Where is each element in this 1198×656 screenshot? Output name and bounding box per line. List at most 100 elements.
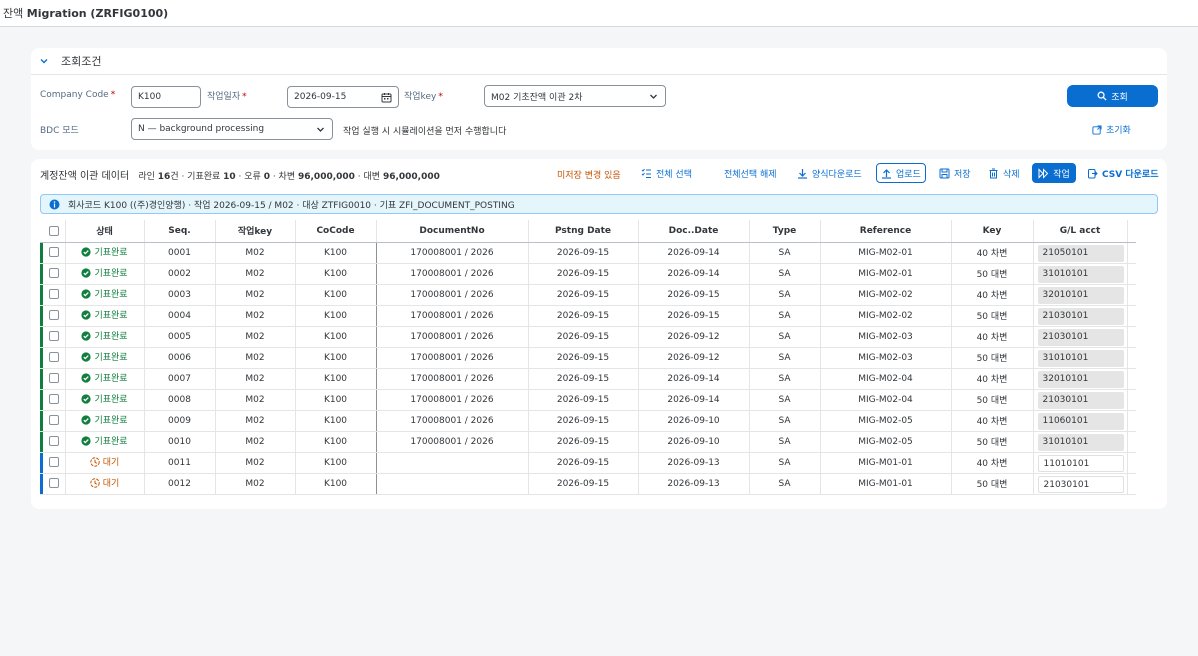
- row-checkbox[interactable]: [48, 394, 59, 405]
- document-date-cell: 2026-09-10: [638, 431, 750, 453]
- delete-button[interactable]: 삭제: [984, 163, 1024, 183]
- table-row[interactable]: 기표완료 0004 M02 K100 170008001 / 2026 2026-09-1…: [40, 305, 1136, 327]
- table-row[interactable]: 기표완료 0009 M02 K100 170008001 / 2026 2026-09-1…: [40, 410, 1136, 432]
- row-checkbox-cell[interactable]: [43, 263, 66, 285]
- row-checkbox-cell[interactable]: [43, 452, 66, 474]
- column-header[interactable]: DocumentNo: [376, 220, 529, 243]
- gl-account-cell[interactable]: 21030101: [1033, 473, 1128, 495]
- work-date-picker[interactable]: 2026-09-15: [287, 86, 399, 108]
- row-checkbox[interactable]: [48, 289, 59, 300]
- posting-date-cell: 2026-09-15: [528, 347, 639, 369]
- template-download-button[interactable]: 양식다운로드: [793, 163, 866, 183]
- table-row[interactable]: 대기 0012 M02 K100 2026-09-15 2026-09-13 SA MIG-M…: [40, 473, 1136, 495]
- column-header[interactable]: G/L acct: [1033, 220, 1128, 243]
- row-checkbox[interactable]: [48, 373, 59, 384]
- posting-key-cell[interactable]: 40 차변: [951, 326, 1034, 348]
- upload-button[interactable]: 업로드: [876, 163, 926, 183]
- reset-button[interactable]: 초기화: [1092, 123, 1131, 136]
- posting-key-cell[interactable]: 40 차변: [951, 368, 1034, 390]
- column-header[interactable]: Key: [951, 220, 1034, 243]
- csv-download-button[interactable]: CSV 다운로드: [1083, 163, 1162, 183]
- status-cell: 대기: [65, 452, 145, 474]
- row-checkbox[interactable]: [48, 247, 59, 258]
- row-checkbox[interactable]: [48, 331, 59, 342]
- cocode-cell: K100: [295, 410, 377, 432]
- doc-type-cell: SA: [749, 473, 821, 495]
- document-date-cell: 2026-09-15: [638, 284, 750, 306]
- posting-key-cell[interactable]: 50 대변: [951, 263, 1034, 285]
- select-all-button[interactable]: 전체 선택: [637, 163, 696, 183]
- table-row[interactable]: 기표완료 0006 M02 K100 170008001 / 2026 2026-09-1…: [40, 347, 1136, 369]
- posting-key-cell[interactable]: 40 차변: [951, 452, 1034, 474]
- scroll-spacer: [1127, 220, 1136, 243]
- work-key-select[interactable]: M02 기초잔액 이관 2차: [484, 85, 666, 107]
- scroll-spacer: [1127, 431, 1136, 453]
- deselect-all-button[interactable]: 전체선택 해제: [720, 163, 781, 183]
- row-checkbox-cell[interactable]: [43, 305, 66, 327]
- row-checkbox[interactable]: [48, 436, 59, 447]
- save-button[interactable]: 저장: [935, 163, 975, 183]
- calendar-icon[interactable]: [381, 92, 392, 103]
- download-icon: [798, 168, 807, 179]
- row-checkbox[interactable]: [48, 268, 59, 279]
- row-checkbox-cell[interactable]: [43, 368, 66, 390]
- table-row[interactable]: 기표완료 0008 M02 K100 170008001 / 2026 2026-09-1…: [40, 389, 1136, 411]
- table-row[interactable]: 기표완료 0007 M02 K100 170008001 / 2026 2026-09-1…: [40, 368, 1136, 390]
- row-checkbox-cell[interactable]: [43, 473, 66, 495]
- column-header[interactable]: Pstng Date: [528, 220, 639, 243]
- gl-account-cell[interactable]: 11010101: [1033, 452, 1128, 474]
- chevron-down-icon[interactable]: [39, 56, 49, 66]
- column-header[interactable]: Reference: [820, 220, 952, 243]
- table-row[interactable]: 대기 0011 M02 K100 2026-09-15 2026-09-13 SA MIG-M…: [40, 452, 1136, 474]
- row-checkbox-cell[interactable]: [43, 389, 66, 411]
- posting-key-cell[interactable]: 50 대변: [951, 389, 1034, 411]
- table-row[interactable]: 기표완료 0001 M02 K100 170008001 / 2026 2026-09-1…: [40, 242, 1136, 264]
- posting-key-cell[interactable]: 40 차변: [951, 410, 1034, 432]
- document-date-cell: 2026-09-14: [638, 389, 750, 411]
- cocode-cell: K100: [295, 284, 377, 306]
- column-header[interactable]: 작업key: [215, 220, 296, 243]
- gl-account-field[interactable]: 11010101: [1037, 455, 1124, 472]
- posting-key-cell[interactable]: 40 차변: [951, 284, 1034, 306]
- posting-key-cell[interactable]: 50 대변: [951, 431, 1034, 453]
- row-checkbox-cell[interactable]: [43, 431, 66, 453]
- select-all-checkbox[interactable]: [48, 225, 59, 236]
- document-no-cell: [376, 452, 529, 474]
- document-no-cell: 170008001 / 2026: [376, 305, 529, 327]
- column-header[interactable]: Type: [749, 220, 821, 243]
- row-checkbox-cell[interactable]: [43, 284, 66, 306]
- posting-key-cell[interactable]: 40 차변: [951, 242, 1034, 264]
- work-key-cell: M02: [215, 347, 296, 369]
- company-code-input[interactable]: K100: [131, 86, 201, 108]
- row-checkbox[interactable]: [48, 478, 59, 489]
- table-row[interactable]: 기표완료 0002 M02 K100 170008001 / 2026 2026-09-1…: [40, 263, 1136, 285]
- cocode-cell: K100: [295, 452, 377, 474]
- scroll-spacer: [1127, 263, 1136, 285]
- table-row[interactable]: 기표완료 0003 M02 K100 170008001 / 2026 2026-09-1…: [40, 284, 1136, 306]
- doc-type-cell: SA: [749, 326, 821, 348]
- search-button[interactable]: 조회: [1067, 85, 1158, 107]
- row-checkbox-cell[interactable]: [43, 410, 66, 432]
- filter-header[interactable]: 조회조건: [31, 48, 1167, 75]
- row-checkbox-cell[interactable]: [43, 242, 66, 264]
- select-all-checkbox-cell[interactable]: [43, 220, 66, 243]
- row-checkbox-cell[interactable]: [43, 347, 66, 369]
- row-checkbox-cell[interactable]: [43, 326, 66, 348]
- bdc-mode-select[interactable]: N — background processing: [131, 118, 333, 140]
- posting-date-cell: 2026-09-15: [528, 368, 639, 390]
- posting-key-cell[interactable]: 50 대변: [951, 305, 1034, 327]
- row-checkbox[interactable]: [48, 415, 59, 426]
- column-header[interactable]: Doc..Date: [638, 220, 750, 243]
- column-header[interactable]: 상태: [65, 220, 145, 243]
- table-row[interactable]: 기표완료 0010 M02 K100 170008001 / 2026 2026-09-1…: [40, 431, 1136, 453]
- row-checkbox[interactable]: [48, 352, 59, 363]
- table-row[interactable]: 기표완료 0005 M02 K100 170008001 / 2026 2026-09-1…: [40, 326, 1136, 348]
- posting-key-cell[interactable]: 50 대변: [951, 347, 1034, 369]
- posting-key-cell[interactable]: 50 대변: [951, 473, 1034, 495]
- column-header[interactable]: Seq.: [144, 220, 216, 243]
- row-checkbox[interactable]: [48, 310, 59, 321]
- column-header[interactable]: CoCode: [295, 220, 377, 243]
- gl-account-field[interactable]: 21030101: [1037, 476, 1124, 493]
- row-checkbox[interactable]: [48, 457, 59, 468]
- execute-button[interactable]: 작업: [1032, 163, 1076, 183]
